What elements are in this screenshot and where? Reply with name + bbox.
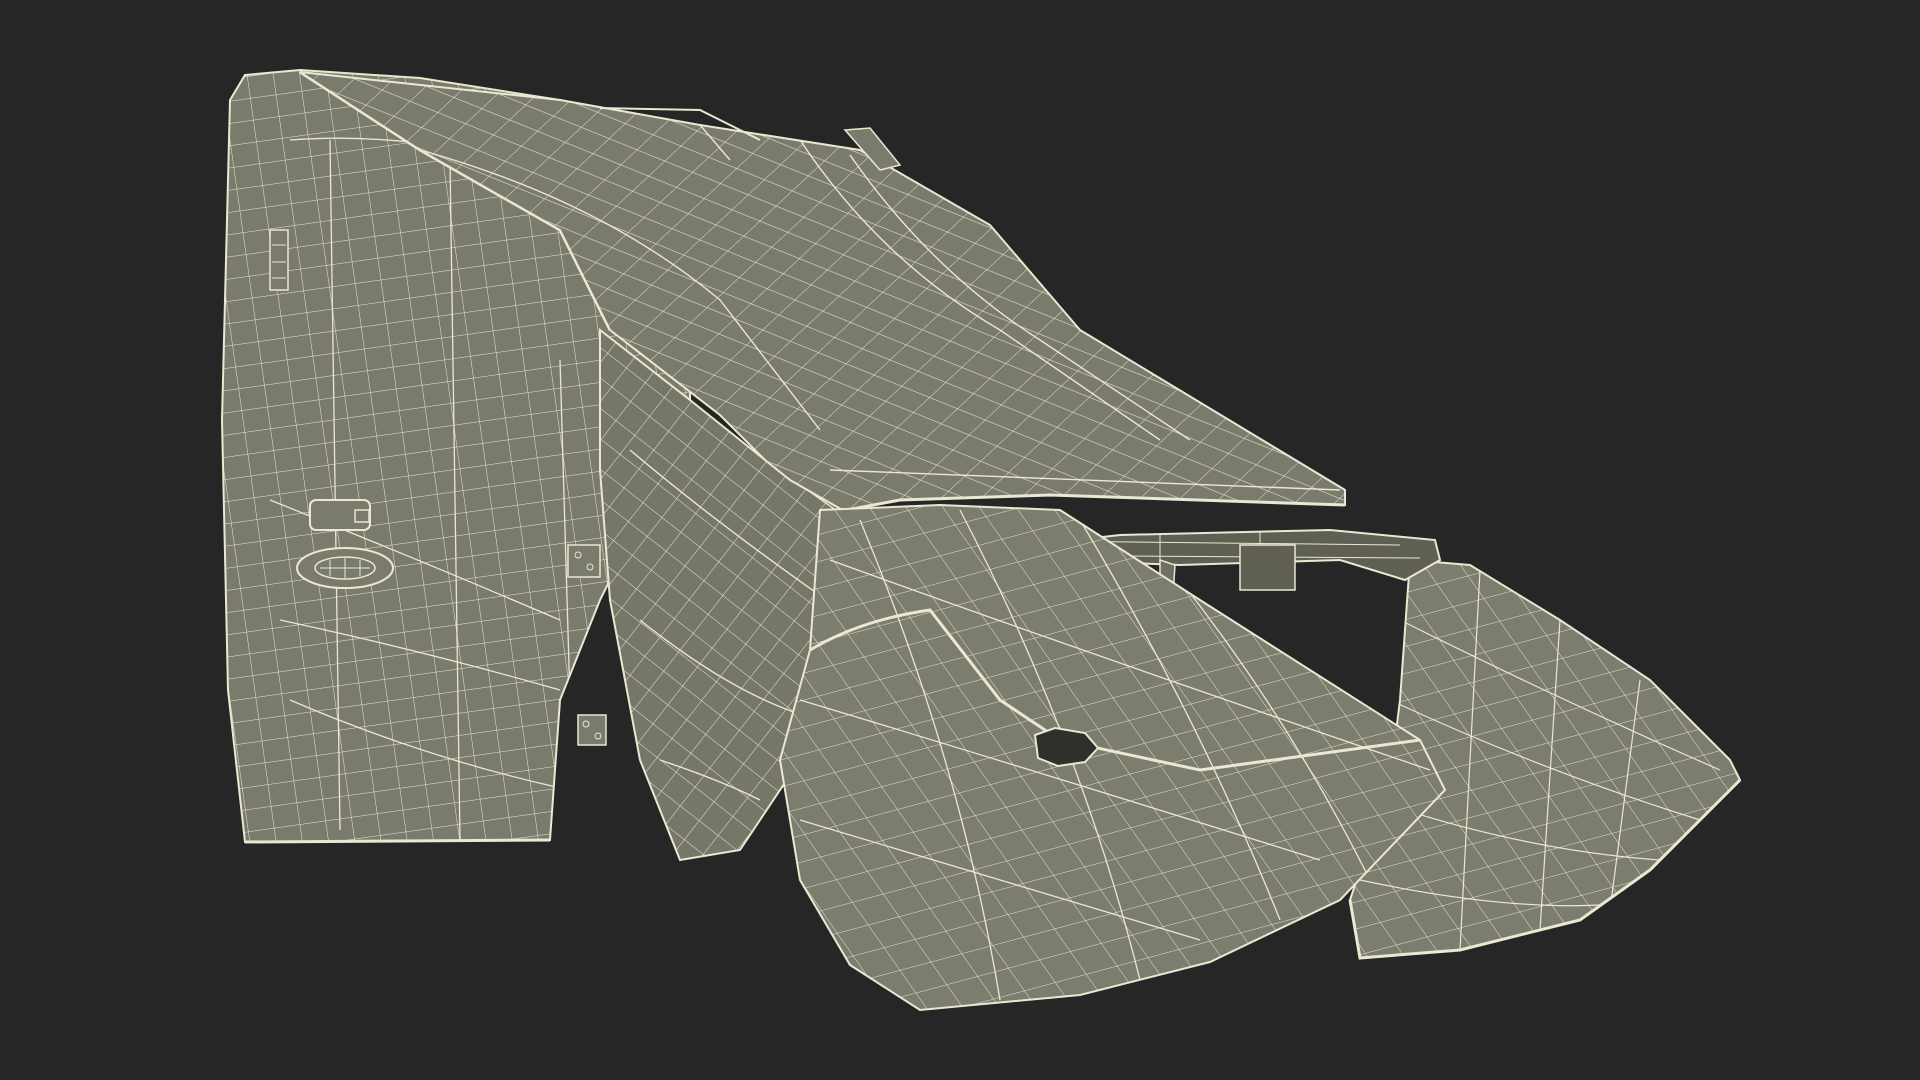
front-cover bbox=[779, 504, 1446, 1011]
hinge-plate-upper bbox=[269, 229, 289, 291]
render-viewport bbox=[0, 0, 1920, 1080]
door-handle bbox=[296, 547, 394, 589]
wireframe-model bbox=[221, 69, 1742, 1011]
latch bbox=[309, 499, 371, 531]
